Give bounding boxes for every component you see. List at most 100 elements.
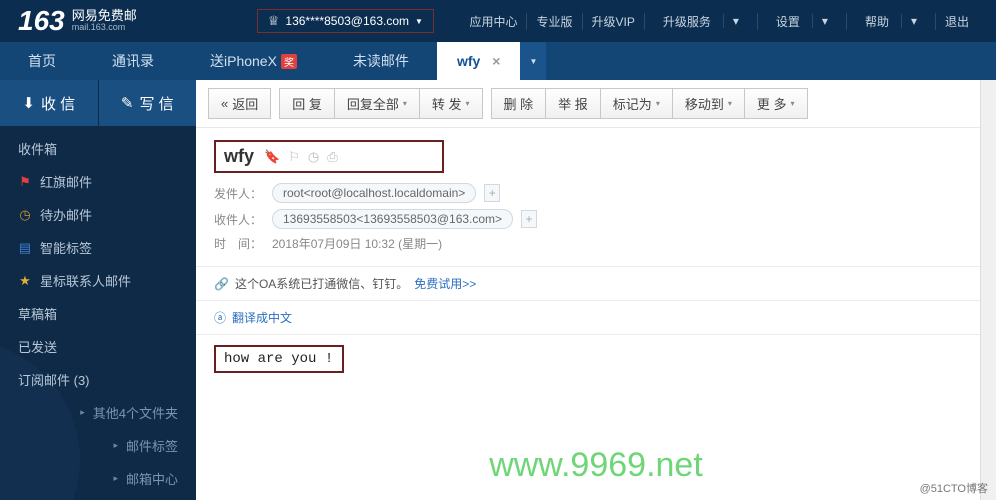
sidebar-item-inbox[interactable]: 收件箱	[0, 132, 196, 165]
receive-mail-button[interactable]: ⬇收 信	[0, 80, 99, 126]
logo-subtitle: 网易免费邮 mail.163.com	[72, 9, 137, 33]
chevron-down-icon: ▾	[728, 99, 732, 108]
sidebar-item-smart-tags[interactable]: ▤智能标签	[0, 231, 196, 264]
sender-pill[interactable]: root<root@localhost.localdomain>	[272, 183, 476, 203]
scrollbar[interactable]	[980, 80, 996, 500]
top-links: 应用中心 专业版 升级VIP 升级服务▾ 设置▾ 帮助▾ 退出	[460, 13, 978, 30]
subject-row: wfy 🔖 ⚐ ◷ ⎙	[214, 140, 444, 173]
delete-button[interactable]: 删 除	[491, 88, 547, 119]
caret-right-icon: ▸	[113, 473, 118, 484]
caret-right-icon: ▸	[80, 407, 85, 418]
report-button[interactable]: 举 报	[546, 88, 601, 119]
from-label: 发件人：	[214, 185, 264, 202]
crown-icon: ♕	[268, 13, 280, 29]
mail-header: wfy 🔖 ⚐ ◷ ⎙ 发件人： root<root@localhost.loc…	[196, 128, 996, 267]
promo-link[interactable]: 免费试用>>	[414, 275, 476, 292]
sidebar-item-starred[interactable]: ★星标联系人邮件	[0, 264, 196, 297]
more-button[interactable]: 更 多▾	[745, 88, 808, 119]
user-email: 136****8503@163.com	[285, 14, 409, 28]
promo-text: 这个OA系统已打通微信、钉钉。	[235, 275, 408, 292]
tab-contacts[interactable]: 通讯录	[84, 42, 182, 80]
chevron-down-icon: ▼	[530, 57, 538, 66]
forward-button[interactable]: 转 发▾	[420, 88, 483, 119]
prize-badge-icon: 奖	[281, 54, 297, 69]
sidebar: ⬇收 信 ✎写 信 收件箱 ⚑红旗邮件 ◷待办邮件 ▤智能标签 ★星标联系人邮件…	[0, 80, 196, 500]
tab-current-label: wfy	[457, 53, 480, 69]
sidebar-item-drafts[interactable]: 草稿箱	[0, 297, 196, 330]
nav-settings[interactable]: 设置▾	[757, 13, 846, 30]
translate-icon: ⓐ	[214, 309, 226, 326]
logo-title: 网易免费邮	[72, 9, 137, 23]
clock-icon: ◷	[18, 207, 32, 223]
reply-all-button[interactable]: 回复全部▾	[335, 88, 420, 119]
chevron-down-icon: ▾	[901, 14, 926, 28]
nav-vip[interactable]: 升级VIP	[582, 13, 644, 30]
add-sender-button[interactable]: +	[484, 184, 500, 202]
move-to-button[interactable]: 移动到▾	[673, 88, 745, 119]
chevron-down-icon: ▾	[812, 14, 837, 28]
sidebar-item-flagged[interactable]: ⚑红旗邮件	[0, 165, 196, 198]
flag-outline-icon[interactable]: ⚐	[288, 149, 300, 165]
logo-163: 163	[18, 7, 65, 35]
bookmark-icon[interactable]: 🔖	[264, 149, 280, 165]
recipient-pill[interactable]: 13693558503<13693558503@163.com>	[272, 209, 513, 229]
watermark: www.9969.net	[489, 446, 703, 485]
mail-body-area: how are you !	[196, 335, 996, 383]
nav-pro[interactable]: 专业版	[526, 13, 581, 30]
download-icon: ⬇	[22, 94, 35, 112]
chevron-down-icon: ▾	[790, 99, 794, 108]
nav-app-center[interactable]: 应用中心	[460, 13, 526, 30]
chevron-down-icon: ▾	[403, 99, 407, 108]
sidebar-item-subscriptions[interactable]: 订阅邮件 (3)	[0, 363, 196, 396]
mail-toolbar: «返回 回 复 回复全部▾ 转 发▾ 删 除 举 报 标记为▾ 移动到▾ 更 多…	[196, 80, 996, 128]
chevron-down-icon: ▾	[466, 99, 470, 108]
sidebar-item-mail-tags[interactable]: ▸邮件标签	[0, 429, 196, 462]
mail-timestamp: 2018年07月09日 10:32 (星期一)	[272, 235, 442, 252]
reply-button[interactable]: 回 复	[279, 88, 335, 119]
sidebar-item-todo[interactable]: ◷待办邮件	[0, 198, 196, 231]
folder-list: 收件箱 ⚑红旗邮件 ◷待办邮件 ▤智能标签 ★星标联系人邮件 草稿箱 已发送 订…	[0, 126, 196, 500]
translate-button[interactable]: ⓐ 翻译成中文	[196, 301, 996, 335]
compose-mail-button[interactable]: ✎写 信	[99, 80, 197, 126]
caret-right-icon: ▸	[113, 440, 118, 451]
sidebar-item-other-folders[interactable]: ▸其他4个文件夹	[0, 396, 196, 429]
footer-credit: @51CTO博客	[920, 480, 988, 496]
to-label: 收件人：	[214, 211, 264, 228]
sidebar-item-sent[interactable]: 已发送	[0, 330, 196, 363]
mail-content: «返回 回 复 回复全部▾ 转 发▾ 删 除 举 报 标记为▾ 移动到▾ 更 多…	[196, 80, 996, 500]
nav-help[interactable]: 帮助▾	[846, 13, 935, 30]
nav-premium[interactable]: 升级服务▾	[644, 13, 757, 30]
tab-iphone-label: 送iPhoneX	[210, 51, 277, 71]
list-icon: ▤	[18, 240, 32, 256]
tab-iphone-promo[interactable]: 送iPhoneX 奖	[182, 42, 325, 80]
chevron-down-icon: ▾	[656, 99, 660, 108]
flag-icon: ⚑	[18, 174, 32, 190]
tab-unread[interactable]: 未读邮件	[325, 42, 437, 80]
mark-as-button[interactable]: 标记为▾	[601, 88, 673, 119]
back-button[interactable]: «返回	[208, 88, 271, 119]
mail-body-text: how are you !	[214, 345, 344, 373]
print-icon[interactable]: ⎙	[327, 149, 337, 165]
tab-current-mail[interactable]: wfy ×	[437, 42, 521, 80]
chevron-down-icon: ▼	[415, 17, 423, 26]
edit-icon: ✎	[121, 94, 134, 112]
chevron-down-icon: ▾	[723, 14, 748, 28]
user-account-dropdown[interactable]: ♕ 136****8503@163.com ▼	[257, 9, 434, 33]
sidebar-item-mail-center[interactable]: ▸邮箱中心	[0, 462, 196, 495]
nav-logout[interactable]: 退出	[935, 13, 978, 30]
back-icon: «	[221, 96, 228, 111]
mail-subject: wfy	[224, 146, 254, 167]
logo-domain: mail.163.com	[72, 23, 137, 33]
tab-bar: 首页 通讯录 送iPhoneX 奖 未读邮件 wfy × ▼	[0, 42, 996, 80]
promo-banner: 🔗 这个OA系统已打通微信、钉钉。 免费试用>>	[196, 267, 996, 301]
tab-home[interactable]: 首页	[0, 42, 84, 80]
link-icon: 🔗	[214, 277, 229, 291]
clock-outline-icon[interactable]: ◷	[308, 149, 319, 165]
add-recipient-button[interactable]: +	[521, 210, 537, 228]
tab-overflow-dropdown[interactable]: ▼	[520, 42, 546, 80]
sidebar-item-file-center[interactable]: 文件中心	[0, 495, 196, 500]
star-icon: ★	[18, 273, 32, 289]
time-label: 时 间：	[214, 235, 264, 252]
top-bar: 163 网易免费邮 mail.163.com ♕ 136****8503@163…	[0, 0, 996, 42]
close-icon[interactable]: ×	[492, 53, 500, 69]
